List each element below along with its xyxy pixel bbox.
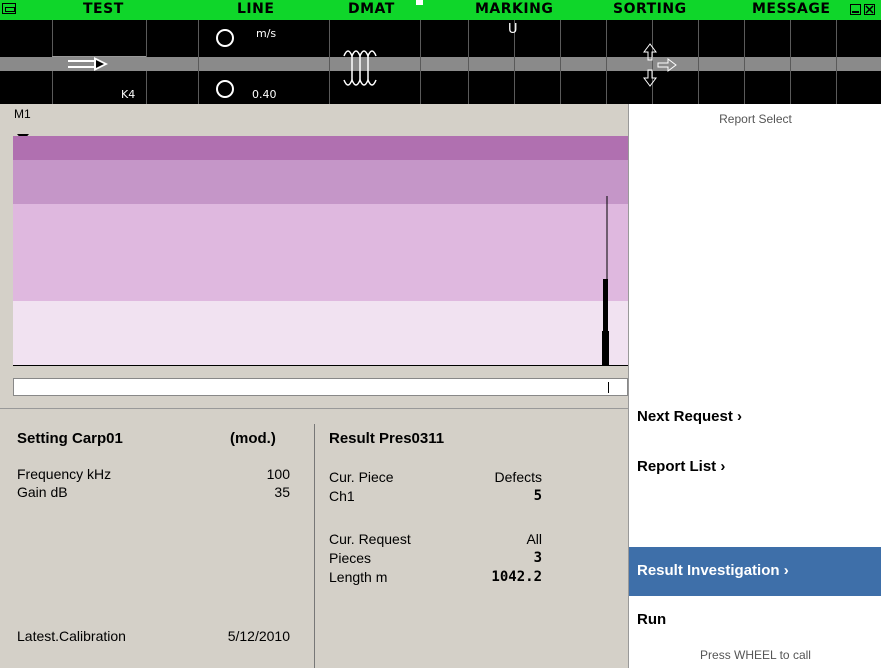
setting-mod-flag: (mod.) (230, 430, 276, 447)
signal-chart[interactable] (13, 136, 628, 366)
minimize-icon[interactable] (850, 4, 861, 15)
dmat-label: DMAT (348, 1, 395, 17)
ch1-value: 5 (533, 488, 542, 504)
cur-request-label: Cur. Request (329, 531, 411, 547)
direction-arrow-icon (68, 57, 108, 71)
frequency-value: 100 (266, 466, 290, 482)
m1-panel: M1 (0, 104, 628, 404)
signal-trace (602, 196, 609, 365)
coil-icon (343, 50, 377, 86)
close-icon[interactable] (864, 4, 875, 15)
status-bar-track (0, 57, 881, 71)
chart-baseline (13, 365, 628, 366)
result-investigation-button[interactable]: Result Investigation › (629, 547, 881, 596)
ch1-label: Ch1 (329, 488, 355, 504)
cur-piece-label: Cur. Piece (329, 469, 394, 485)
speed-value: 0.40 (252, 88, 277, 101)
status-bar: TEST LINE DMAT MARKING SORTING MESSAGE K… (0, 0, 881, 104)
defects-label: Defects (494, 469, 542, 485)
marking-value: U (508, 22, 518, 37)
result-title: Result Pres0311 (329, 430, 445, 447)
status-bar-header: TEST LINE DMAT MARKING SORTING MESSAGE (0, 0, 881, 20)
result-investigation-label: Result Investigation › (637, 562, 789, 579)
length-label: Length m (329, 569, 388, 585)
printer-icon[interactable] (2, 3, 16, 14)
message-label: MESSAGE (752, 1, 831, 17)
calibration-value: 5/12/2010 (227, 628, 290, 644)
report-select-title: Report Select (719, 112, 792, 126)
speed-unit: m/s (256, 27, 277, 40)
calibration-label: Latest.Calibration (17, 628, 126, 644)
report-menu-panel: Report Select Next Request › Report List… (628, 104, 881, 668)
result-panel: Result Pres0311 Cur. Piece Defects Ch1 5… (315, 410, 628, 668)
sorting-arrows-icon (643, 43, 677, 87)
frequency-label: Frequency kHz (17, 466, 112, 482)
slider-thumb[interactable] (608, 382, 609, 393)
pieces-label: Pieces (329, 550, 372, 566)
dmat-indicator-icon (416, 0, 423, 5)
setting-panel: Setting Carp01 (mod.) Frequency kHz 100 … (0, 410, 314, 668)
marking-label: MARKING (475, 1, 554, 17)
position-slider[interactable] (13, 378, 628, 396)
next-request-button[interactable]: Next Request › (637, 408, 742, 425)
sorting-label: SORTING (613, 1, 687, 17)
report-list-button[interactable]: Report List › (637, 458, 725, 475)
m1-label: M1 (14, 107, 31, 121)
speed-dial-icon-2 (216, 80, 234, 98)
length-value: 1042.2 (491, 569, 542, 585)
cur-request-value: All (526, 531, 542, 547)
divider (0, 408, 628, 409)
speed-dial-icon (216, 29, 234, 47)
gain-value: 35 (274, 484, 290, 500)
sensor-label: K4 (121, 88, 136, 101)
pieces-value: 3 (533, 550, 542, 566)
setting-title: Setting Carp01 (17, 430, 123, 447)
run-button[interactable]: Run (637, 611, 666, 628)
test-label: TEST (83, 1, 124, 17)
press-wheel-hint: Press WHEEL to call (700, 648, 811, 662)
gain-label: Gain dB (17, 484, 68, 500)
line-label: LINE (237, 1, 275, 17)
